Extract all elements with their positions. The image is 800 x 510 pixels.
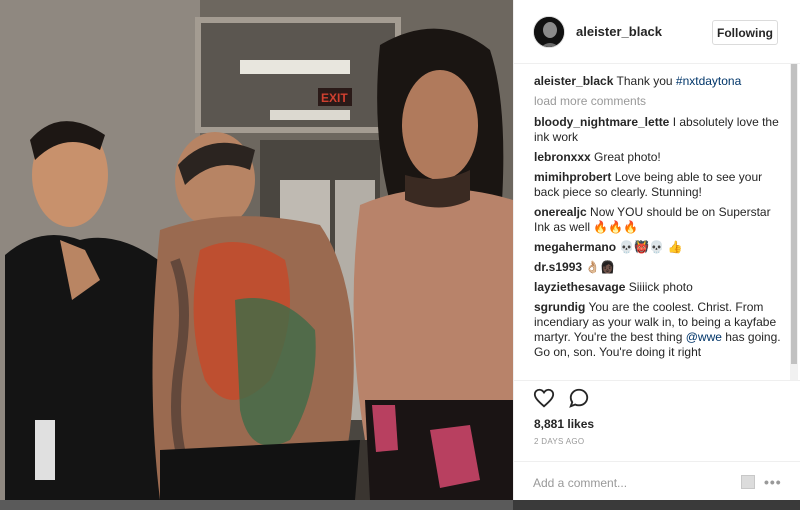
comment-item: lebronxxx Great photo! xyxy=(534,150,784,165)
comment-username[interactable]: megahermano xyxy=(534,240,616,254)
comment-username[interactable]: layziethesavage xyxy=(534,280,625,294)
following-button[interactable]: Following xyxy=(712,20,778,45)
comment-item: bloody_nightmare_lette I absolutely love… xyxy=(534,115,784,145)
avatar-image xyxy=(534,17,564,47)
more-options-icon[interactable]: ••• xyxy=(764,474,782,490)
photo-illustration: EXIT xyxy=(0,0,513,500)
post-header: aleister_black Following xyxy=(514,0,800,64)
comment-text: Siiiick photo xyxy=(628,280,693,294)
post-photo[interactable]: EXIT xyxy=(0,0,513,500)
add-comment-row: ••• xyxy=(514,461,800,501)
heart-icon[interactable] xyxy=(533,387,555,409)
caption-text: Thank you xyxy=(616,74,676,88)
comments-list[interactable]: aleister_black Thank you #nxtdaytona loa… xyxy=(534,74,784,378)
comments-scrollbar[interactable] xyxy=(790,64,798,380)
caption-hashtag[interactable]: #nxtdaytona xyxy=(676,74,741,88)
comment-item: onerealjc Now YOU should be on Superstar… xyxy=(534,205,784,235)
comment-icon[interactable] xyxy=(568,387,590,409)
avatar[interactable] xyxy=(533,16,565,48)
comment-username[interactable]: bloody_nightmare_lette xyxy=(534,115,669,129)
post-side-panel: aleister_black Following aleister_black … xyxy=(513,0,800,500)
scrollbar-thumb[interactable] xyxy=(791,64,797,364)
comment-username[interactable]: dr.s1993 xyxy=(534,260,582,274)
comment-item: dr.s1993 👌🏼👩🏿 xyxy=(534,260,784,275)
load-more-comments-link[interactable]: load more comments xyxy=(534,94,784,109)
comment-text: Great photo! xyxy=(594,150,661,164)
comment-item: megahermano 💀👹💀 👍 xyxy=(534,240,784,255)
bottom-strip-left xyxy=(0,500,513,510)
comment-username[interactable]: onerealjc xyxy=(534,205,587,219)
caption: aleister_black Thank you #nxtdaytona xyxy=(534,74,784,89)
comment-text: 👌🏼👩🏿 xyxy=(585,260,616,274)
checkbox-icon[interactable] xyxy=(741,475,755,489)
comment-text: 💀👹💀 👍 xyxy=(619,240,683,254)
post-actions: 8,881 likes 2 DAYS AGO ••• xyxy=(514,380,800,500)
header-username[interactable]: aleister_black xyxy=(576,24,662,39)
comment-mention[interactable]: @wwe xyxy=(686,330,722,344)
bottom-strip xyxy=(0,500,800,510)
add-comment-input[interactable] xyxy=(533,474,733,492)
comment-username[interactable]: sgrundig xyxy=(534,300,585,314)
likes-count[interactable]: 8,881 likes xyxy=(534,417,594,431)
exit-sign: EXIT xyxy=(321,91,348,105)
comment-item: sgrundig You are the coolest. Christ. Fr… xyxy=(534,300,784,360)
caption-username[interactable]: aleister_black xyxy=(534,74,613,88)
comment-item: mimihprobert Love being able to see your… xyxy=(534,170,784,200)
post-timestamp: 2 DAYS AGO xyxy=(534,437,585,446)
comment-username[interactable]: mimihprobert xyxy=(534,170,611,184)
comment-item: layziethesavage Siiiick photo xyxy=(534,280,784,295)
comment-username[interactable]: lebronxxx xyxy=(534,150,591,164)
